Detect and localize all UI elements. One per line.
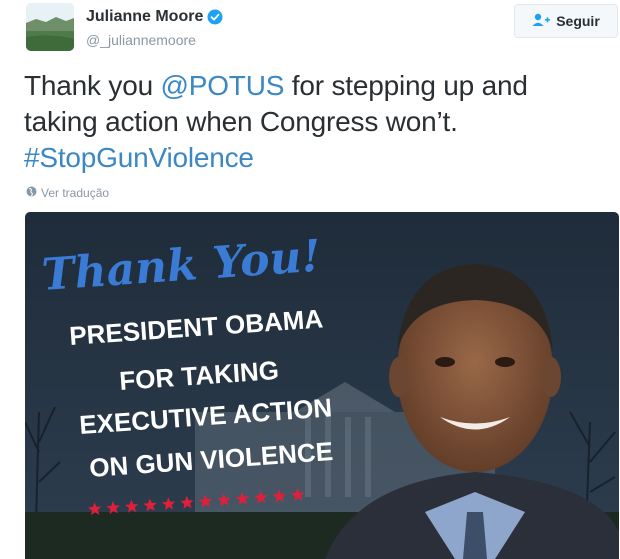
add-user-icon <box>532 13 551 30</box>
globe-icon <box>26 186 37 200</box>
mention-link[interactable]: @POTUS <box>161 70 285 101</box>
hashtag-link[interactable]: #StopGunViolence <box>24 142 254 173</box>
tweet-text: Thank you @POTUS for stepping up and tak… <box>24 68 604 176</box>
verified-badge-icon <box>207 9 223 25</box>
follow-button[interactable]: Seguir <box>514 4 618 38</box>
user-name-row[interactable]: Julianne Moore <box>86 8 223 26</box>
tweet-text-start: Thank you <box>24 70 161 101</box>
media-graphic: Thank You! PRESIDENT OBAMA FOR TAKING EX… <box>25 212 619 559</box>
landscape-avatar <box>26 3 74 51</box>
tweet-media-image[interactable]: Thank You! PRESIDENT OBAMA FOR TAKING EX… <box>25 212 619 559</box>
user-handle[interactable]: @_juliannemoore <box>86 32 196 48</box>
avatar[interactable] <box>26 3 74 51</box>
translate-link[interactable]: Ver tradução <box>26 186 109 200</box>
display-name[interactable]: Julianne Moore <box>86 8 203 26</box>
follow-button-label: Seguir <box>556 13 600 29</box>
translate-label: Ver tradução <box>41 186 110 200</box>
